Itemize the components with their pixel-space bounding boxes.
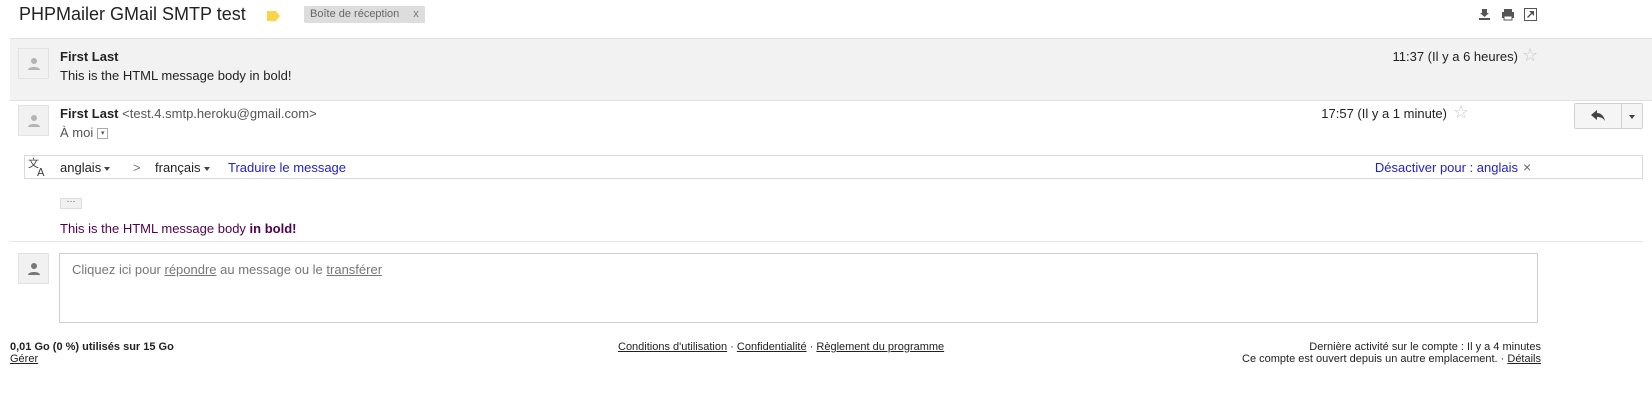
email-subject: PHPMailer GMail SMTP test xyxy=(19,4,246,24)
message-snippet: This is the HTML message body in bold! xyxy=(60,68,292,83)
details-link[interactable]: Détails xyxy=(1507,353,1541,365)
body-bold-text: in bold! xyxy=(249,221,297,236)
show-details-icon[interactable]: ▾ xyxy=(97,128,109,140)
sender-name: First Last xyxy=(60,106,119,121)
message-body: This is the HTML message body in bold! xyxy=(60,221,296,236)
separator: · xyxy=(806,341,817,353)
reply-button[interactable] xyxy=(1574,103,1622,129)
arrow-right-icon: > xyxy=(133,160,141,175)
message-sender: First Last <test.4.smtp.heroku@gmail.com… xyxy=(60,106,317,121)
inbox-label-text: Boîte de réception xyxy=(310,8,400,20)
translate-icon: 文A xyxy=(28,156,48,182)
message-time: 11:37 (Il y a 6 heures) xyxy=(1392,49,1519,64)
new-window-icon[interactable] xyxy=(1524,8,1537,21)
person-icon xyxy=(27,263,40,275)
label-tag-icon[interactable] xyxy=(267,8,280,21)
manage-storage-link[interactable]: Gérer xyxy=(10,353,38,365)
target-language-select[interactable]: français xyxy=(155,160,210,175)
show-trimmed-content-button[interactable]: ··· xyxy=(60,197,82,209)
reply-prompt-text: Cliquez ici pour xyxy=(72,262,165,277)
divider xyxy=(10,241,1643,242)
reply-icon xyxy=(1591,110,1605,121)
target-language: français xyxy=(155,160,201,175)
svg-text:A: A xyxy=(37,166,45,177)
star-icon[interactable]: ☆ xyxy=(1522,46,1538,64)
forward-link[interactable]: transférer xyxy=(326,262,382,277)
chevron-down-icon xyxy=(203,166,210,171)
sender-email: <test.4.smtp.heroku@gmail.com> xyxy=(122,106,317,121)
footer-links: Conditions d'utilisation · Confidentiali… xyxy=(618,341,944,353)
close-icon[interactable]: × xyxy=(1523,159,1531,175)
program-policies-link[interactable]: Règlement du programme xyxy=(816,341,944,353)
chevron-down-icon xyxy=(104,166,111,171)
translate-message-link[interactable]: Traduire le message xyxy=(228,160,346,175)
inbox-label-badge[interactable]: Boîte de réception x xyxy=(304,6,425,23)
recipients: À moi ▾ xyxy=(60,125,109,140)
recipient-text: À moi xyxy=(60,125,94,140)
avatar xyxy=(18,105,49,136)
disable-translation-link[interactable]: Désactiver pour : anglais xyxy=(1375,160,1518,175)
privacy-link[interactable]: Confidentialité xyxy=(737,341,807,353)
open-elsewhere-text: Ce compte est ouvert depuis un autre emp… xyxy=(1242,353,1508,365)
reply-prompt-text: au message ou le xyxy=(216,262,327,277)
chevron-down-icon xyxy=(1629,115,1635,119)
download-icon[interactable] xyxy=(1478,8,1491,21)
message-time: 17:57 (Il y a 1 minute) xyxy=(1321,106,1447,121)
terms-link[interactable]: Conditions d'utilisation xyxy=(618,341,727,353)
separator: · xyxy=(727,341,737,353)
print-icon[interactable] xyxy=(1501,8,1514,21)
reply-link[interactable]: répondre xyxy=(165,262,217,277)
more-actions-button[interactable] xyxy=(1621,103,1643,129)
last-activity: Dernière activité sur le compte : Il y a… xyxy=(1309,341,1541,353)
person-icon xyxy=(27,58,40,70)
star-icon[interactable]: ☆ xyxy=(1453,103,1469,121)
source-language-select[interactable]: anglais xyxy=(60,160,111,175)
storage-usage: 0,01 Go (0 %) utilisés sur 15 Go xyxy=(10,341,174,353)
person-icon xyxy=(27,115,40,127)
reply-prompt: Cliquez ici pour répondre au message ou … xyxy=(72,262,382,277)
avatar xyxy=(18,253,49,284)
body-text: This is the HTML message body xyxy=(60,221,250,236)
avatar xyxy=(18,48,49,79)
message-sender: First Last xyxy=(60,49,119,64)
open-elsewhere: Ce compte est ouvert depuis un autre emp… xyxy=(1242,353,1541,365)
reply-box[interactable]: Cliquez ici pour répondre au message ou … xyxy=(59,253,1538,323)
manage-link-text[interactable]: Gérer xyxy=(10,353,38,365)
remove-label-button[interactable]: x xyxy=(413,8,419,20)
source-language: anglais xyxy=(60,160,102,175)
